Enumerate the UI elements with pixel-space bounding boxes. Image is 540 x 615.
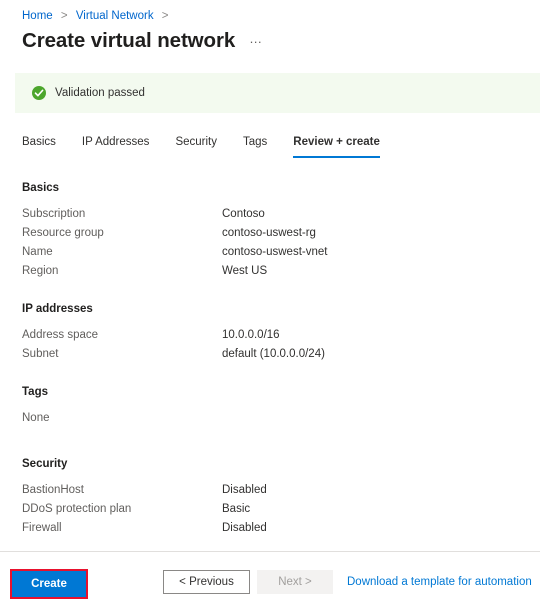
row-ddos-protection-plan: DDoS protection plan Basic (22, 500, 522, 519)
label-ddos-protection-plan: DDoS protection plan (22, 503, 132, 515)
tab-security[interactable]: Security (175, 135, 217, 158)
tab-review-create[interactable]: Review + create (293, 135, 380, 158)
title-row: Create virtual network … (0, 23, 540, 54)
row-subscription: Subscription Contoso (22, 205, 522, 224)
value-ddos-protection-plan: Basic (222, 503, 251, 515)
label-bastion-host: BastionHost (22, 484, 85, 496)
label-subnet: Subnet (22, 348, 59, 360)
previous-button[interactable]: < Previous (163, 570, 250, 594)
create-button-highlight: Create (10, 569, 88, 599)
section-title-security: Security (22, 458, 68, 470)
create-button[interactable]: Create (12, 571, 86, 597)
download-template-link[interactable]: Download a template for automation (347, 576, 532, 588)
value-firewall: Disabled (222, 522, 267, 534)
label-firewall: Firewall (22, 522, 62, 534)
row-subnet: Subnet default (10.0.0.0/24) (22, 345, 522, 364)
tab-basics[interactable]: Basics (22, 135, 56, 158)
validation-message: Validation passed (55, 87, 145, 99)
check-circle-icon (32, 86, 46, 100)
breadcrumb-item-home[interactable]: Home (22, 10, 53, 22)
value-bastion-host: Disabled (222, 484, 267, 496)
section-tags: Tags None (22, 386, 522, 428)
value-region: West US (222, 265, 268, 277)
row-resource-group: Resource group contoso-uswest-rg (22, 224, 522, 243)
row-name: Name contoso-uswest-vnet (22, 243, 522, 262)
section-ip-addresses: IP addresses Address space 10.0.0.0/16 S… (22, 303, 522, 364)
review-summary: Basics Subscription Contoso Resource gro… (22, 182, 522, 556)
section-title-tags: Tags (22, 386, 48, 398)
section-title-ip-addresses: IP addresses (22, 303, 93, 315)
validation-banner: Validation passed (15, 73, 540, 113)
value-address-space: 10.0.0.0/16 (222, 329, 280, 341)
row-bastion-host: BastionHost Disabled (22, 481, 522, 500)
tab-bar: Basics IP Addresses Security Tags Review… (22, 135, 380, 158)
tab-ip-addresses[interactable]: IP Addresses (82, 135, 150, 158)
section-basics: Basics Subscription Contoso Resource gro… (22, 182, 522, 281)
tab-tags[interactable]: Tags (243, 135, 267, 158)
value-resource-group: contoso-uswest-rg (222, 227, 316, 239)
more-options-icon[interactable]: … (249, 31, 263, 51)
page-title: Create virtual network (22, 29, 236, 52)
value-subscription: Contoso (222, 208, 265, 220)
label-resource-group: Resource group (22, 227, 104, 239)
label-region: Region (22, 265, 59, 277)
breadcrumb-separator: > (60, 10, 68, 22)
row-address-space: Address space 10.0.0.0/16 (22, 326, 522, 345)
next-button: Next > (257, 570, 333, 594)
label-subscription: Subscription (22, 208, 86, 220)
breadcrumb: Home > Virtual Network > (0, 0, 540, 23)
label-name: Name (22, 246, 53, 258)
row-region: Region West US (22, 262, 522, 281)
tags-empty-value: None (22, 412, 50, 424)
breadcrumb-item-virtual-network[interactable]: Virtual Network (76, 10, 154, 22)
section-title-basics: Basics (22, 182, 60, 194)
row-firewall: Firewall Disabled (22, 519, 522, 538)
label-address-space: Address space (22, 329, 99, 341)
value-subnet: default (10.0.0.0/24) (222, 348, 325, 360)
section-security: Security BastionHost Disabled DDoS prote… (22, 458, 522, 538)
value-name: contoso-uswest-vnet (222, 246, 328, 258)
breadcrumb-separator-2: > (161, 10, 169, 22)
